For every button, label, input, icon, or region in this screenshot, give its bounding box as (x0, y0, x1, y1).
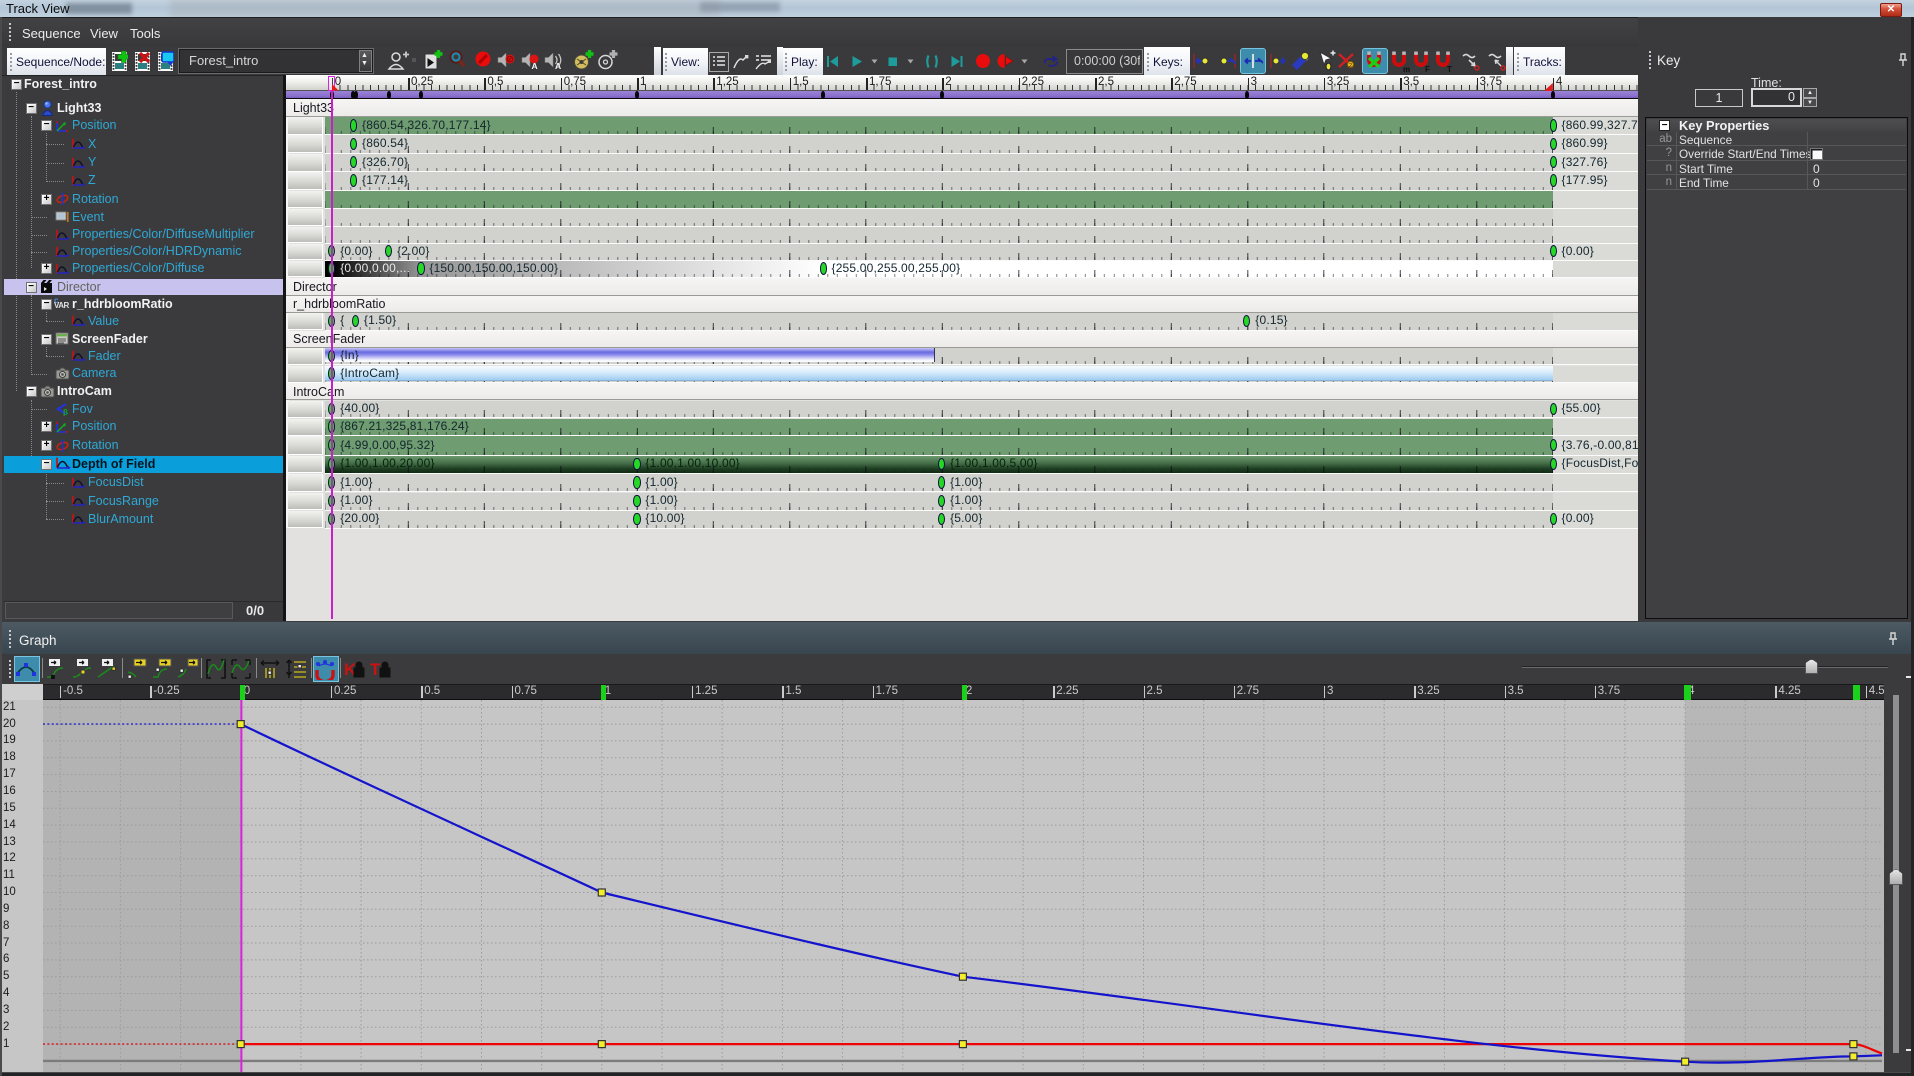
svg-text:T: T (1447, 65, 1452, 73)
svg-text:2: 2 (1349, 63, 1352, 69)
svg-text:A: A (555, 61, 561, 70)
svg-text:T: T (370, 660, 381, 679)
svg-text:β: β (63, 408, 68, 416)
svg-text:m: m (1403, 65, 1410, 73)
svg-text:F: F (1425, 65, 1430, 73)
svg-text:A: A (532, 61, 538, 70)
